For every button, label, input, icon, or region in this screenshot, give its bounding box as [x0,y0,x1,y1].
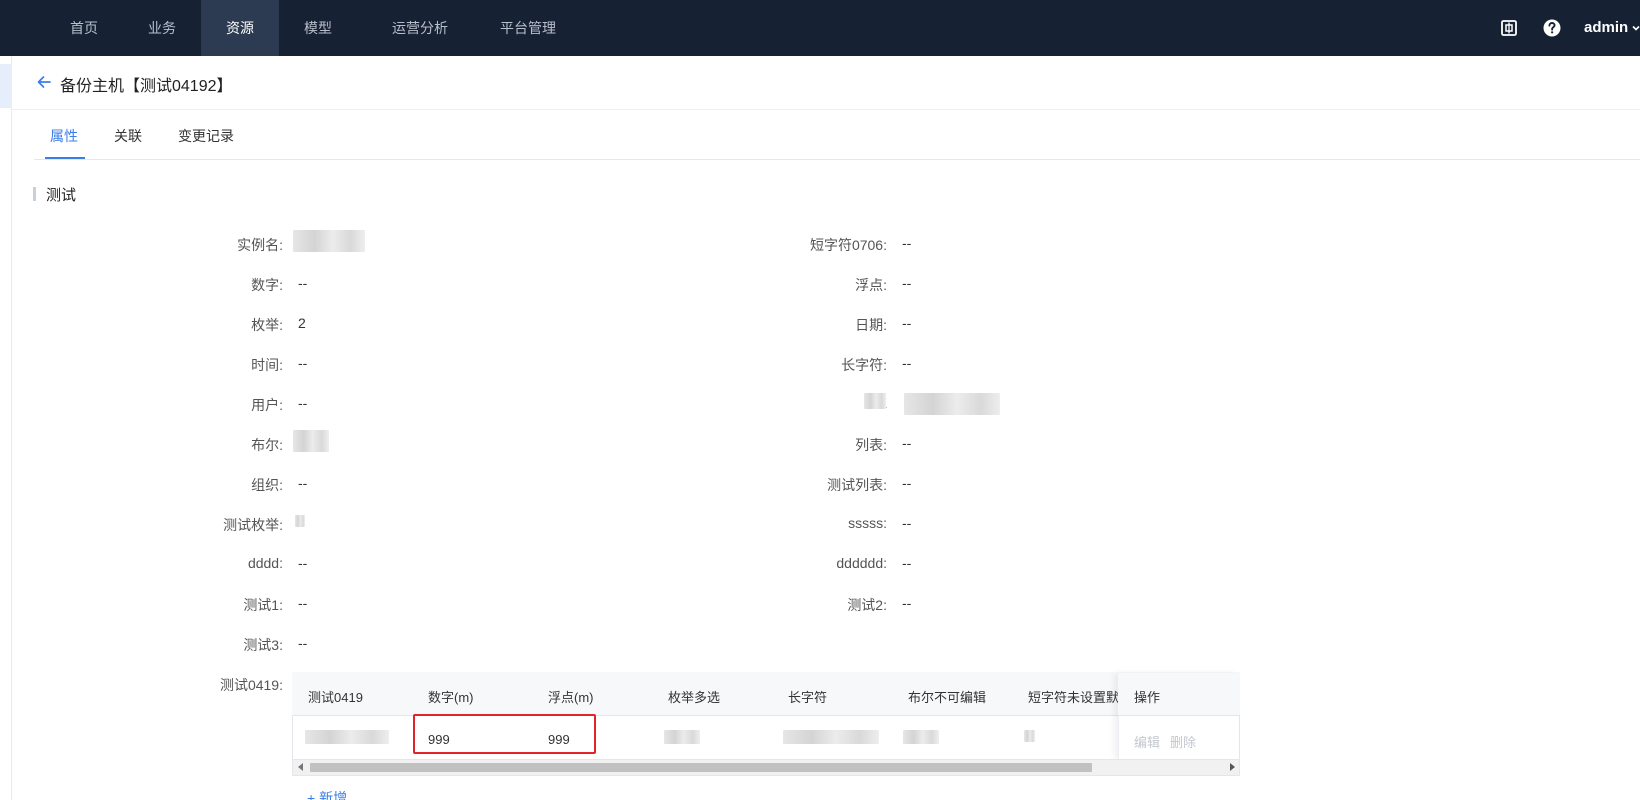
field-label-boolean: 布尔: [251,437,283,453]
field-label-sssss: sssss: [848,515,887,531]
field-value-date: -- [902,315,912,331]
field-label-redacted-blur [864,393,886,409]
tab-attributes[interactable]: 属性 [50,126,78,146]
column-header-enum-multi: 枚举多选 [668,690,721,705]
field-label-time: 时间: [251,357,283,373]
field-label-long-string: 长字符: [841,357,887,373]
nav-item-operations-analysis[interactable]: 运营分析 [370,0,470,56]
field-value-number: -- [298,275,308,291]
field-value-long-string: -- [902,355,912,371]
section-title: 测试 [46,187,77,204]
delete-row-button[interactable]: 删除 [1170,732,1196,751]
field-value-boolean-redacted [293,430,329,452]
table-cell-test-0419-redacted [305,730,389,744]
field-value-user: -- [298,395,308,411]
nav-item-resources[interactable]: 资源 [201,0,279,56]
help-icon[interactable] [1542,18,1562,38]
field-value-dddddd: -- [902,555,912,571]
column-header-float: 浮点(m) [548,690,594,705]
field-label-test-list: 测试列表: [827,477,887,493]
nav-item-platform-management[interactable]: 平台管理 [478,0,578,56]
field-value-test-list: -- [902,475,912,491]
left-sidebar-active-indicator [0,64,12,108]
table-cell-enum-multi-redacted [664,730,700,744]
left-sidebar-collapsed [0,56,12,800]
field-value-time: -- [298,355,308,371]
user-menu[interactable]: admin [1584,0,1628,56]
scrollbar-thumb[interactable] [310,763,1092,772]
field-value-list: -- [902,435,912,451]
column-header-boolean-readonly: 布尔不可编辑 [908,690,987,705]
field-label-dddd: dddd: [247,555,283,571]
field-value-test1: -- [298,595,308,611]
back-arrow-icon[interactable] [36,74,52,90]
field-label-test3: 测试3: [243,637,283,653]
field-label-instance-name: 实例名: [237,237,283,253]
screen-share-icon[interactable] [1499,18,1519,38]
nav-item-business[interactable]: 业务 [124,0,200,56]
field-label-enum: 枚举: [251,317,283,333]
tab-change-history[interactable]: 变更记录 [178,126,234,146]
nav-item-home[interactable]: 首页 [46,0,122,56]
field-label-test-enum: 测试枚举: [223,517,283,533]
scroll-right-arrow-icon[interactable] [1230,763,1235,771]
field-value-enum: 2 [298,315,306,331]
field-value-redacted [904,393,1000,415]
field-value-float: -- [902,275,912,291]
chevron-down-icon[interactable] [1632,24,1640,32]
field-value-test2: -- [902,595,912,611]
edit-row-button[interactable]: 编辑 [1134,732,1160,751]
field-label-organization: 组织: [251,477,283,493]
scroll-left-arrow-icon[interactable] [298,763,303,771]
add-row-button[interactable]: + 新增 [307,788,347,800]
column-header-operations: 操作 [1134,690,1161,705]
table-cell-short-string-redacted [1024,730,1035,742]
page-header [12,56,1640,110]
annotation-highlight-box [413,714,596,754]
tab-relations[interactable]: 关联 [114,126,142,146]
field-value-sssss: -- [902,515,912,531]
field-label-test1: 测试1: [243,597,283,613]
field-label-redacted: E [687,395,887,411]
field-label-short-string-0706: 短字符0706: [809,237,887,253]
column-header-long-string: 长字符 [788,690,828,705]
field-value-organization: -- [298,475,308,491]
field-label-dddddd: dddddd: [836,555,887,571]
column-header-number: 数字(m) [428,690,474,705]
active-tab-indicator [45,157,85,159]
field-label-number: 数字: [251,277,283,293]
nav-item-model[interactable]: 模型 [280,0,356,56]
field-label-user: 用户: [251,397,283,413]
column-header-short-string-no-default: 短字符未设置默认 [1028,690,1122,705]
field-label-date: 日期: [855,317,887,333]
field-label-test2: 测试2: [847,597,887,613]
field-value-test-enum-redacted [295,515,305,527]
section-marker [33,187,36,201]
column-header-test-0419: 测试0419 [308,690,363,705]
table-cell-long-string-redacted [783,730,879,744]
page-title: 备份主机【测试04192】 [60,78,233,95]
field-value-test3: -- [298,635,308,651]
field-label-test-0419: 测试0419: [219,677,283,693]
tab-bar [34,112,1640,160]
field-value-instance-name-redacted [293,230,365,252]
field-label-list: 列表: [855,437,887,453]
field-label-float: 浮点: [855,277,887,293]
table-cell-boolean-redacted [903,730,939,744]
field-value-dddd: -- [298,555,308,571]
field-value-short-string-0706: -- [902,235,912,251]
